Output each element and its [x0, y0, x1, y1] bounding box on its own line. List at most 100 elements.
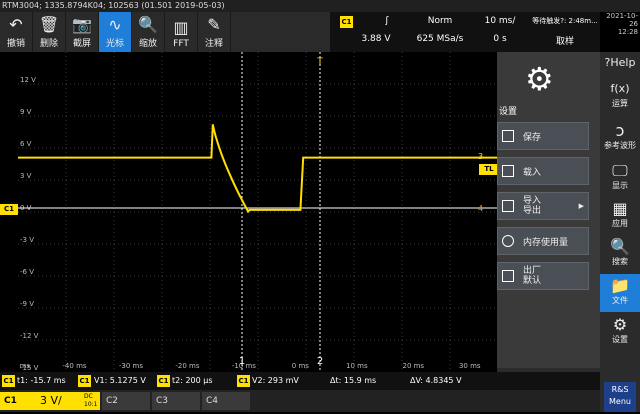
- side-menu: ?Help f(x) 运算 ↄ 参考波形 🖵 显示 ▦ 应用 🔍 搜索 📁 文件 ⚙ 设置 R…: [600, 52, 640, 412]
- plot-grid: [18, 52, 498, 372]
- save-button[interactable]: 保存: [497, 122, 589, 150]
- delta-v-readout: ΔV: 4.8345 V: [410, 376, 462, 385]
- fft-icon: ▥: [173, 18, 189, 37]
- import-export-button[interactable]: 导入 导出 ▶: [497, 192, 589, 220]
- zoom-icon: 🔍: [138, 15, 158, 34]
- t2-channel-badge: C1: [157, 375, 170, 387]
- load-button[interactable]: 载入: [497, 157, 589, 185]
- trigger-mode[interactable]: Norm: [410, 16, 470, 26]
- apps-button[interactable]: ▦ 应用: [600, 200, 640, 229]
- timebase[interactable]: 10 ms/: [470, 16, 530, 26]
- reference-button[interactable]: ↄ 参考波形: [600, 122, 640, 151]
- factory-default-button[interactable]: 出厂 默认: [497, 262, 589, 290]
- menu-label: Menu: [609, 397, 631, 406]
- y-tick-label: 3 V: [20, 172, 32, 180]
- settings-button[interactable]: ⚙ 设置: [600, 316, 640, 345]
- cursor-1-label: 1: [239, 356, 245, 367]
- y-tick-label: -3 V: [20, 236, 34, 244]
- fft-button[interactable]: ▥ FFT: [165, 12, 198, 52]
- undo-label: 撤销: [6, 39, 25, 49]
- x-tick-label: -50 ms: [18, 362, 30, 370]
- y-tick-label: -9 V: [20, 300, 34, 308]
- trigger-slope-icon[interactable]: ʃ: [372, 16, 402, 26]
- folder-icon: 📁: [610, 276, 630, 295]
- cursor-wave-icon: ∿: [108, 15, 122, 34]
- math-button[interactable]: f(x) 运算: [600, 80, 640, 109]
- delete-button[interactable]: 🗑 删除: [33, 12, 66, 52]
- cursor-button[interactable]: ∿ 光标: [99, 12, 132, 52]
- fft-label: FFT: [173, 39, 189, 49]
- date: 2021-10-26: [606, 12, 638, 28]
- x-tick-label: 20 ms: [402, 362, 424, 370]
- x-axis-labels: -50 ms-40 ms-30 ms-20 ms-10 ms0 ms10 ms2…: [18, 362, 481, 370]
- screenshot-label: 截屏: [72, 39, 91, 49]
- annotation-button[interactable]: ✎ 注释: [198, 12, 231, 52]
- trigger-status: 等待触发?: 2:48m...: [532, 17, 598, 25]
- gear-icon: ⚙: [525, 60, 554, 98]
- zoom-button[interactable]: 🔍 缩放: [132, 12, 165, 52]
- v2-channel-badge: C1: [237, 375, 250, 387]
- time: 12:28: [617, 28, 638, 36]
- save-label: 保存: [523, 132, 542, 143]
- trigger-position-marker: T: [316, 57, 323, 67]
- pie-chart-icon: [502, 235, 514, 247]
- channel-bar: C1 3 V/ DC 10:1 C2 C3 C4: [0, 390, 600, 412]
- cursor-4-tag: 4: [478, 204, 483, 213]
- channel-3-tab[interactable]: C3: [152, 392, 200, 410]
- monitor-icon: 🖵: [612, 161, 628, 180]
- save-icon: [502, 130, 514, 142]
- x-tick-label: -20 ms: [175, 362, 199, 370]
- file-button[interactable]: 📁 文件: [600, 274, 640, 312]
- trigger-level-marker[interactable]: TL: [479, 164, 499, 175]
- toolbar: ↶ 撤销 🗑 删除 📷 截屏 ∿ 光标 🔍 缩放 ▥ FFT ✎ 注释: [0, 12, 330, 52]
- waveform-plot[interactable]: 12 V9 V6 V3 V0 V-3 V-6 V-9 V-12 V-15 V -…: [18, 52, 498, 372]
- screenshot-button[interactable]: 📷 截屏: [66, 12, 99, 52]
- x-tick-label: 30 ms: [459, 362, 481, 370]
- cursor-3-tag: 3: [478, 152, 483, 161]
- reference-label: 参考波形: [604, 141, 636, 150]
- channel-1-tab[interactable]: C1 3 V/ DC 10:1: [0, 392, 100, 410]
- zoom-label: 缩放: [138, 39, 157, 49]
- chevron-right-icon: ▶: [578, 202, 584, 210]
- cursor-label: 光标: [105, 39, 124, 49]
- settings-label: 设置: [612, 335, 628, 344]
- function-icon: f(x): [610, 82, 630, 95]
- factory-label: 出厂: [523, 266, 542, 276]
- export-label: 导出: [523, 206, 542, 216]
- file-label: 文件: [612, 296, 628, 305]
- camera-icon: 📷: [72, 15, 92, 34]
- channel-1-offset-marker[interactable]: C1: [0, 204, 18, 215]
- factory-icon: [502, 270, 514, 282]
- sample-rate: 625 MSa/s: [416, 34, 464, 44]
- undo-button[interactable]: ↶ 撤销: [0, 12, 33, 52]
- help-button[interactable]: ?Help: [600, 56, 640, 69]
- search-button[interactable]: 🔍 搜索: [600, 238, 640, 267]
- apps-icon: ▦: [612, 199, 628, 218]
- channel-1-scale: 3 V/: [40, 394, 62, 407]
- channel-1-label: C1: [4, 396, 17, 406]
- import-export-icon: [502, 200, 514, 212]
- x-tick-label: 0 ms: [292, 362, 309, 370]
- trigger-source-badge[interactable]: C1: [340, 16, 353, 28]
- channel-2-tab[interactable]: C2: [102, 392, 150, 410]
- trigger-level[interactable]: 3.88 V: [346, 34, 406, 44]
- memory-usage-label: 内存使用量: [523, 237, 569, 248]
- trash-icon: 🗑: [38, 15, 60, 34]
- acquisition-mode[interactable]: 取样: [530, 34, 600, 47]
- v1-readout: V1: 5.1275 V: [94, 376, 146, 385]
- memory-usage-button[interactable]: 内存使用量: [497, 227, 589, 255]
- load-label: 载入: [523, 167, 542, 178]
- display-button[interactable]: 🖵 显示: [600, 162, 640, 191]
- math-label: 运算: [612, 99, 628, 108]
- undo-icon: ↶: [9, 15, 23, 34]
- menu-title: 设置: [499, 107, 518, 117]
- y-tick-label: -12 V: [20, 332, 39, 340]
- x-tick-label: -30 ms: [119, 362, 143, 370]
- apps-label: 应用: [612, 219, 628, 228]
- file-menu-panel: ⚙ 设置 保存 载入 导入导出▶ 内存使用量 出厂默认 ⮐返回: [497, 52, 600, 388]
- search-icon: 🔍: [610, 237, 630, 256]
- time-offset[interactable]: 0 s: [470, 34, 530, 44]
- datetime: 2021-10-26 12:28: [600, 12, 640, 36]
- menu-button[interactable]: R&S Menu: [604, 382, 636, 412]
- channel-4-tab[interactable]: C4: [202, 392, 250, 410]
